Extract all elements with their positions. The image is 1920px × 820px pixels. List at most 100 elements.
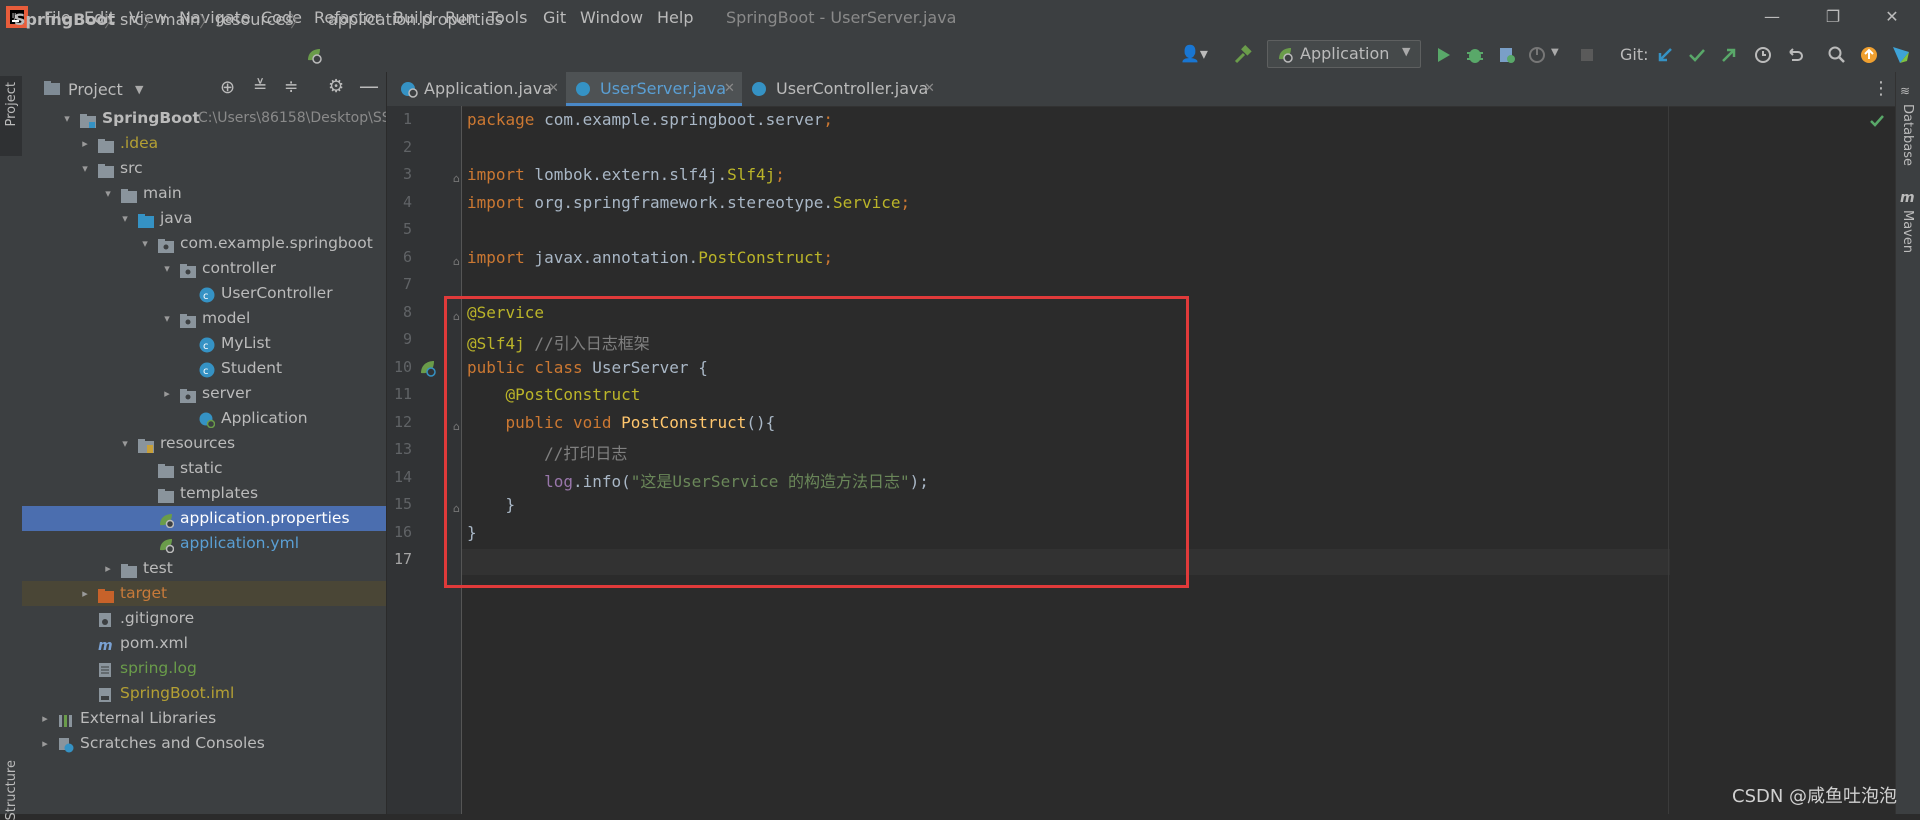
tree-item-target[interactable]: ▸ target <box>22 581 386 606</box>
tree-item-application-yml[interactable]: application.yml <box>22 531 386 556</box>
tree-item-mylist[interactable]: c MyList <box>22 331 386 356</box>
expand-all-icon[interactable]: ≚ <box>253 77 267 97</box>
git-commit-icon[interactable] <box>1686 44 1708 66</box>
project-tool-label: Project <box>4 82 19 127</box>
project-panel-title[interactable]: Project <box>68 80 123 99</box>
tree-item-test[interactable]: ▸ test <box>22 556 386 581</box>
close-tab-icon[interactable]: ✕ <box>724 72 735 106</box>
tree-item-springboot-iml[interactable]: SpringBoot.iml <box>22 681 386 706</box>
menu-window[interactable]: Window <box>580 8 643 27</box>
more-run-options-icon[interactable]: ▼ <box>1551 47 1559 58</box>
tree-item-resources[interactable]: ▾ resources <box>22 431 386 456</box>
more-tabs-icon[interactable]: ⋮ <box>1872 78 1890 99</box>
maven-icon: m <box>1900 190 1915 206</box>
tree-item-server[interactable]: ▸ server <box>22 381 386 406</box>
close-tab-icon[interactable]: ✕ <box>548 72 559 106</box>
code-line-4[interactable]: import org.springframework.stereotype.Se… <box>467 193 910 212</box>
tree-item-src[interactable]: ▾ src <box>22 156 386 181</box>
search-icon[interactable] <box>1826 44 1848 66</box>
no-problems-check-icon[interactable] <box>1868 112 1886 130</box>
breadcrumb-separator: 〉 <box>199 12 216 31</box>
tree-item-usercontroller[interactable]: c UserController <box>22 281 386 306</box>
tree-item-templates[interactable]: templates <box>22 481 386 506</box>
hide-panel-icon[interactable]: — <box>359 74 379 98</box>
chevron-right-icon[interactable]: ▸ <box>38 731 52 756</box>
chevron-right-icon[interactable]: ▸ <box>160 381 174 406</box>
chevron-down-icon[interactable]: ▾ <box>160 306 174 331</box>
breadcrumb-resources[interactable]: resources <box>216 10 294 29</box>
locate-file-icon[interactable]: ⊕ <box>220 77 235 98</box>
code-line-3[interactable]: import lombok.extern.slf4j.Slf4j; <box>467 165 785 184</box>
fold-marker-icon[interactable]: ⌂ <box>453 255 460 268</box>
tree-item-scratches-and-consoles[interactable]: ▸ Scratches and Consoles <box>22 731 386 756</box>
breadcrumb-file[interactable]: application.properties <box>328 10 503 29</box>
chevron-down-icon[interactable]: ▼ <box>135 83 143 96</box>
menu-git[interactable]: Git <box>543 8 566 27</box>
tree-item-spring-log[interactable]: spring.log <box>22 656 386 681</box>
collapse-all-icon[interactable]: ≑ <box>284 77 298 97</box>
database-tool-label[interactable]: Database <box>1900 104 1915 166</box>
structure-tool-label[interactable]: Structure <box>4 760 19 820</box>
spring-class-icon <box>401 82 418 98</box>
breadcrumb-src[interactable]: src <box>120 10 143 29</box>
breadcrumb-project[interactable]: SpringBoot <box>14 10 115 29</box>
menu-help[interactable]: Help <box>657 8 693 27</box>
spring-bean-gutter-icon[interactable] <box>419 359 437 377</box>
maven-tool-label[interactable]: Maven <box>1900 210 1915 253</box>
fold-marker-icon[interactable]: ⌂ <box>453 172 460 185</box>
tree-item-application-properties[interactable]: application.properties <box>22 506 386 531</box>
code-line-1[interactable]: package com.example.springboot.server; <box>467 110 833 129</box>
chevron-down-icon[interactable]: ▾ <box>60 106 74 131</box>
tab-userserver-java[interactable]: UserServer.java ✕ <box>566 72 742 106</box>
tree-item-model[interactable]: ▾ model <box>22 306 386 331</box>
chevron-down-icon[interactable]: ▾ <box>118 431 132 456</box>
update-icon[interactable] <box>1858 44 1880 66</box>
tree-item-pom-xml[interactable]: m pom.xml <box>22 631 386 656</box>
history-icon[interactable] <box>1752 44 1774 66</box>
breadcrumb-main[interactable]: main <box>160 10 200 29</box>
project-tool-button[interactable]: Project <box>0 76 22 156</box>
tree-item-com-example-springboot[interactable]: ▾ com.example.springboot <box>22 231 386 256</box>
chevron-right-icon[interactable]: ▸ <box>101 556 115 581</box>
minimize-button[interactable]: — <box>1752 4 1792 30</box>
chevron-down-icon[interactable]: ▾ <box>101 181 115 206</box>
tree-item-main[interactable]: ▾ main <box>22 181 386 206</box>
stop-icon[interactable] <box>1576 44 1598 66</box>
close-window-button[interactable]: ✕ <box>1872 4 1912 30</box>
rollback-icon[interactable] <box>1784 44 1806 66</box>
run-icon[interactable] <box>1432 44 1454 66</box>
tab-usercontroller-java[interactable]: UserController.java ✕ <box>742 72 942 106</box>
coverage-icon[interactable] <box>1496 44 1518 66</box>
jetbrains-toolbox-icon[interactable] <box>1890 44 1912 66</box>
chevron-right-icon[interactable]: ▸ <box>38 706 52 731</box>
chevron-down-icon[interactable]: ▾ <box>78 156 92 181</box>
user-icon[interactable]: 👤▾ <box>1180 44 1208 63</box>
gear-icon[interactable]: ⚙ <box>328 76 344 97</box>
line-number: 2 <box>402 137 412 156</box>
tab-application-java[interactable]: Application.java ✕ <box>390 72 566 106</box>
git-push-icon[interactable] <box>1718 44 1740 66</box>
tree-item-java[interactable]: ▾ java <box>22 206 386 231</box>
tree-item-student[interactable]: c Student <box>22 356 386 381</box>
profile-icon[interactable] <box>1526 44 1548 66</box>
close-tab-icon[interactable]: ✕ <box>924 72 935 106</box>
tree-item-idea[interactable]: ▸ .idea <box>22 131 386 156</box>
chevron-down-icon[interactable]: ▾ <box>160 256 174 281</box>
chevron-down-icon[interactable]: ▾ <box>138 231 152 256</box>
chevron-down-icon[interactable]: ▾ <box>118 206 132 231</box>
tree-item-static[interactable]: static <box>22 456 386 481</box>
run-configuration-select[interactable]: Application ▼ <box>1267 40 1421 68</box>
code-line-6[interactable]: import javax.annotation.PostConstruct; <box>467 248 833 267</box>
chevron-right-icon[interactable]: ▸ <box>78 581 92 606</box>
chevron-right-icon[interactable]: ▸ <box>78 131 92 156</box>
build-hammer-icon[interactable] <box>1232 44 1254 66</box>
tree-item-controller[interactable]: ▾ controller <box>22 256 386 281</box>
tree-item-springboot[interactable]: ▾ SpringBoot C:\Users\86158\Desktop\SSM <box>22 106 386 131</box>
tree-item-application[interactable]: Application <box>22 406 386 431</box>
git-update-icon[interactable] <box>1654 44 1676 66</box>
svg-text:c: c <box>203 341 209 352</box>
debug-icon[interactable] <box>1464 44 1486 66</box>
tree-item-gitignore[interactable]: .gitignore <box>22 606 386 631</box>
tree-item-external-libraries[interactable]: ▸ External Libraries <box>22 706 386 731</box>
restore-button[interactable]: ❐ <box>1813 4 1853 30</box>
